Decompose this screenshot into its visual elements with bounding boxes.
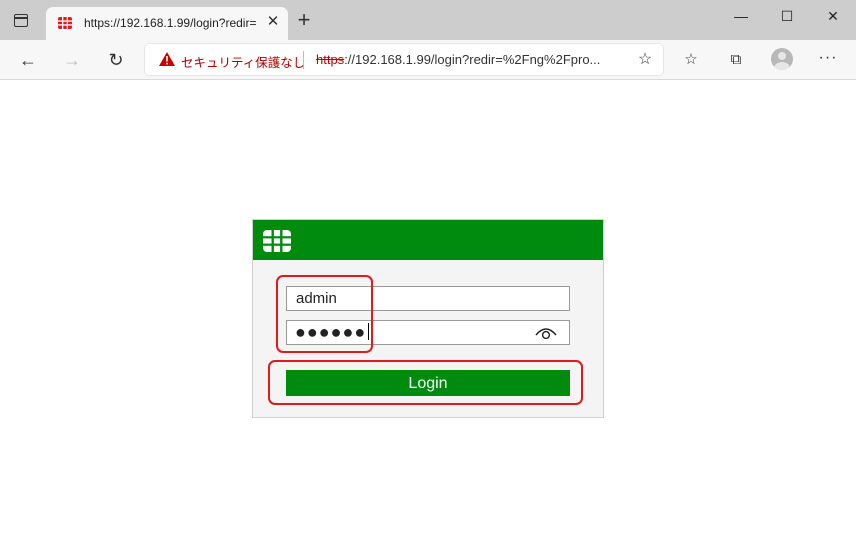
credentials-highlight-box xyxy=(276,275,373,353)
refresh-icon[interactable]: ↻ xyxy=(105,49,127,71)
show-password-eye-icon[interactable] xyxy=(535,326,557,340)
fortinet-logo-icon xyxy=(263,230,291,252)
tab-login[interactable]: https://192.168.1.99/login?redir= ✕ xyxy=(46,7,288,40)
url-text[interactable]: https://192.168.1.99/login?redir=%2Fng%2… xyxy=(316,52,600,67)
url-rest: ://192.168.1.99/login?redir=%2Fng%2Fpro.… xyxy=(344,52,601,67)
address-separator xyxy=(303,51,304,69)
url-scheme: https xyxy=(316,52,345,67)
tab-bar: https://192.168.1.99/login?redir= ✕ + — … xyxy=(0,0,856,40)
login-header xyxy=(253,220,603,260)
warning-icon xyxy=(159,52,175,66)
maximize-button[interactable]: ☐ xyxy=(776,6,798,26)
collections-icon[interactable]: ⧉ xyxy=(725,49,747,71)
profile-avatar[interactable] xyxy=(771,48,793,70)
forward-icon[interactable]: → xyxy=(61,49,83,71)
fortinet-favicon-icon xyxy=(58,17,72,29)
security-warning-label[interactable]: セキュリティ保護なし xyxy=(181,52,305,71)
minimize-button[interactable]: — xyxy=(730,6,752,26)
favorites-icon[interactable]: ☆ xyxy=(680,49,702,71)
back-icon[interactable]: ← xyxy=(17,49,39,71)
tab-actions-icon[interactable] xyxy=(14,14,28,27)
tab-title: https://192.168.1.99/login?redir= xyxy=(84,16,257,30)
close-tab-icon[interactable]: ✕ xyxy=(264,13,282,31)
address-bar[interactable]: セキュリティ保護なし https://192.168.1.99/login?re… xyxy=(145,44,663,75)
new-tab-button[interactable]: + xyxy=(294,9,314,31)
close-window-button[interactable]: ✕ xyxy=(822,6,844,26)
more-icon[interactable]: ··· xyxy=(817,49,839,71)
login-button-highlight-box xyxy=(268,360,583,405)
add-favorite-icon[interactable]: ☆ xyxy=(635,50,655,70)
browser-toolbar: ← → ↻ セキュリティ保護なし https://192.168.1.99/lo… xyxy=(0,40,856,80)
